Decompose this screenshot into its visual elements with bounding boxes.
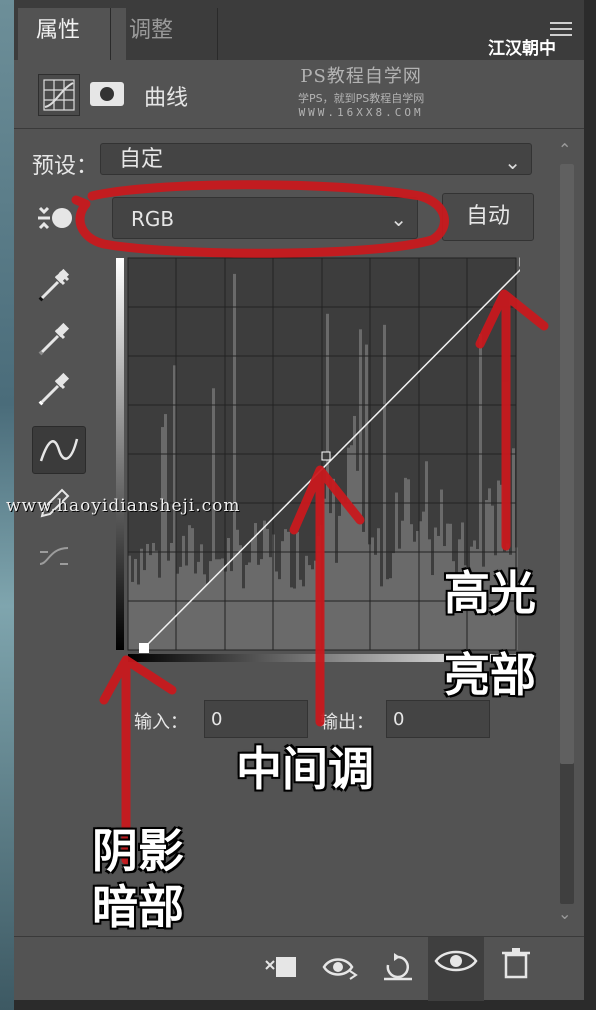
annotation-highlights-2: 亮部 <box>444 648 536 702</box>
site-watermark: www.haoyidiansheji.com <box>6 496 241 516</box>
annotation-shadows-2: 暗部 <box>92 880 184 934</box>
brand-label: 江汉朝中 <box>488 39 556 59</box>
midtone-arrow <box>289 465 365 727</box>
annotation-highlights-1: 高光 <box>444 566 536 620</box>
annotation-midtones: 中间调 <box>236 742 374 796</box>
highlight-arrow <box>475 289 549 551</box>
channel-highlight-ellipse <box>71 180 449 258</box>
annotation-shadows-1: 阴影 <box>92 824 184 878</box>
